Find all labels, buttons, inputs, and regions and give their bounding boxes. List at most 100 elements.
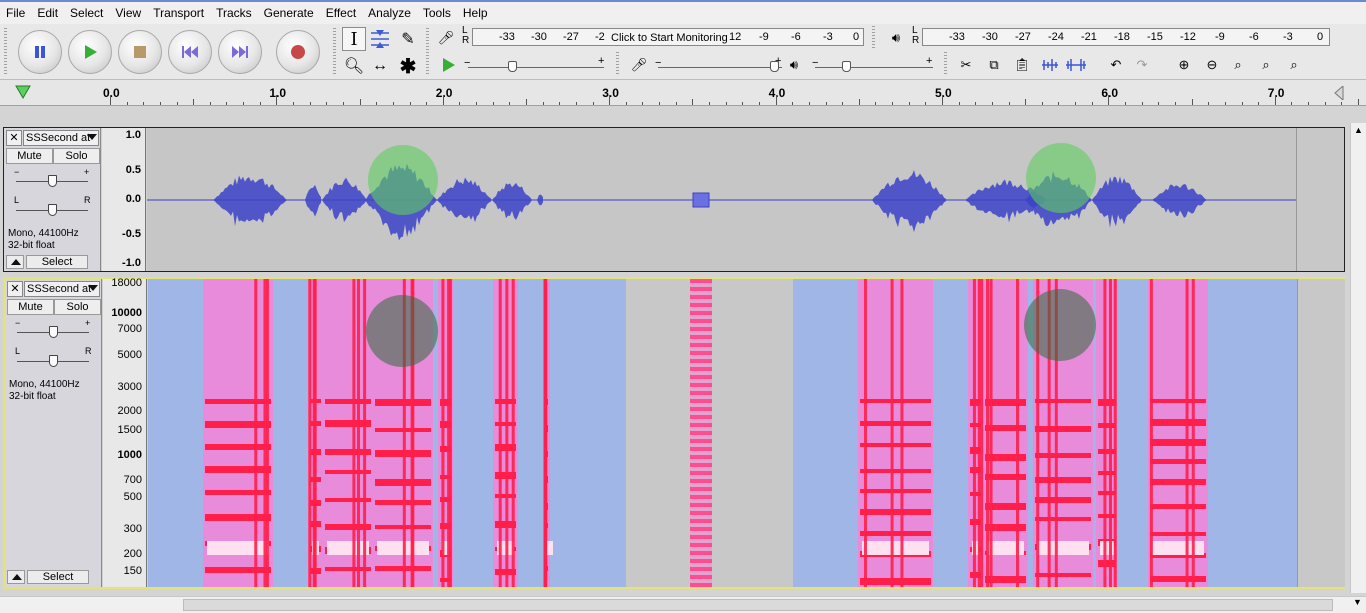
- horizontal-scrollbar[interactable]: ▼: [0, 596, 1366, 613]
- waveform-display[interactable]: [147, 128, 1296, 271]
- frequency-label: 10000: [111, 307, 142, 319]
- pan-slider-thumb[interactable]: [49, 355, 58, 367]
- mute-button[interactable]: Mute: [6, 148, 53, 164]
- toolbar-grip[interactable]: [944, 52, 947, 76]
- select-track-button[interactable]: Select: [27, 570, 89, 584]
- audio-track-spectrogram[interactable]: ✕ SSSecond at Mute Solo − + L R Mono, 44…: [3, 277, 1345, 589]
- play-meter[interactable]: -33 -30 -27 -24 -21 -18 -15 -12 -9 -6 -3…: [922, 28, 1330, 46]
- selection-tool[interactable]: I: [342, 27, 366, 51]
- play-meter-button[interactable]: 🔊︎: [884, 26, 908, 50]
- gain-slider-thumb[interactable]: [48, 175, 57, 187]
- toolbar-grip[interactable]: [333, 28, 336, 76]
- menu-generate[interactable]: Generate: [258, 2, 320, 24]
- recording-volume-thumb[interactable]: [770, 61, 779, 72]
- zoom-toggle-button[interactable]: ⌕: [1282, 53, 1306, 77]
- close-track-button[interactable]: ✕: [7, 281, 23, 297]
- spectrogram-gap: [626, 279, 690, 587]
- toolbar-grip[interactable]: [872, 26, 875, 48]
- menu-edit[interactable]: Edit: [31, 2, 64, 24]
- pause-button[interactable]: [18, 30, 62, 74]
- timeline-label: 0.0: [103, 86, 120, 100]
- track-name-menu[interactable]: SSSecond at: [24, 281, 100, 297]
- track-name-menu[interactable]: SSSecond at: [23, 130, 99, 146]
- solo-button[interactable]: Solo: [53, 148, 100, 164]
- menu-file[interactable]: File: [0, 2, 31, 24]
- playback-volume-thumb[interactable]: [842, 61, 851, 72]
- timeline-ruler[interactable]: 0.0 1.0 2.0 3.0 4.0 5.0 6.0 7.0: [0, 80, 1366, 106]
- play-meter-scale-label: -6: [1249, 31, 1259, 43]
- fit-project-button[interactable]: ⌕: [1254, 53, 1278, 77]
- spectrogram-transient: [505, 279, 509, 587]
- solo-button[interactable]: Solo: [54, 299, 101, 315]
- frequency-ruler: 18000 10000 7000 5000 3000 2000 1500 1000 700 500…: [103, 277, 147, 587]
- timeline-tick: [492, 102, 494, 105]
- timeline-tick: [958, 102, 960, 105]
- spectrogram-display[interactable]: [148, 279, 1297, 587]
- stop-button[interactable]: [118, 30, 162, 74]
- mute-button[interactable]: Mute: [7, 299, 54, 315]
- menu-analyze[interactable]: Analyze: [362, 2, 417, 24]
- collapse-track-button[interactable]: [6, 255, 24, 269]
- toolbar-grip[interactable]: [426, 28, 429, 76]
- cut-button[interactable]: ✂: [954, 53, 978, 77]
- scroll-up-icon[interactable]: ▲: [1354, 125, 1363, 135]
- vertical-scrollbar[interactable]: ▲: [1350, 123, 1366, 593]
- menu-view[interactable]: View: [109, 2, 147, 24]
- paste-button[interactable]: 📋︎: [1010, 53, 1034, 77]
- recording-volume-slider[interactable]: [658, 67, 782, 68]
- collapse-track-button[interactable]: [7, 570, 25, 584]
- skip-to-end-button[interactable]: [218, 30, 262, 74]
- play-speed-thumb[interactable]: [508, 61, 517, 72]
- waveform-segment: [322, 177, 366, 223]
- trim-button[interactable]: [1038, 53, 1062, 77]
- undo-button[interactable]: ↶: [1104, 53, 1128, 77]
- horizontal-scroll-thumb[interactable]: [183, 599, 1333, 611]
- envelope-tool[interactable]: [368, 27, 392, 51]
- select-track-button[interactable]: Select: [26, 255, 88, 269]
- draw-tool[interactable]: ✎: [396, 27, 420, 51]
- record-meter-button[interactable]: 🎤︎: [434, 26, 458, 50]
- silence-button[interactable]: [1064, 53, 1088, 77]
- record-button[interactable]: [276, 30, 320, 74]
- start-monitoring-label[interactable]: Click to Start Monitoring: [611, 32, 728, 44]
- time-shift-tool[interactable]: ↔: [368, 54, 392, 78]
- timeline-label: 7.0: [1267, 86, 1285, 100]
- scroll-down-icon[interactable]: ▼: [1353, 597, 1362, 607]
- toolbar-grip[interactable]: [616, 52, 619, 76]
- timeline-options-button[interactable]: [14, 84, 32, 103]
- zoom-toggle-icon: ⌕: [1290, 57, 1298, 72]
- skip-to-start-button[interactable]: [168, 30, 212, 74]
- toolbar-grip[interactable]: [4, 28, 7, 76]
- fit-selection-button[interactable]: ⌕: [1226, 53, 1250, 77]
- zoom-tool[interactable]: 🔍︎: [342, 54, 366, 78]
- menu-tracks[interactable]: Tracks: [210, 2, 258, 24]
- play-speed-slider[interactable]: [468, 67, 604, 68]
- playback-volume-slider[interactable]: [815, 67, 933, 68]
- copy-button[interactable]: ⧉: [982, 53, 1006, 77]
- menu-transport[interactable]: Transport: [147, 2, 210, 24]
- menu-tools[interactable]: Tools: [417, 2, 457, 24]
- timeline-tick: [991, 102, 993, 105]
- pan-slider-thumb[interactable]: [48, 204, 57, 216]
- play-at-speed-button[interactable]: [436, 53, 460, 77]
- record-meter[interactable]: -33 -30 -27 -2 Click to Start Monitoring…: [472, 28, 864, 46]
- spectrogram-fundamental: [207, 541, 269, 555]
- timeline-tick: [1091, 102, 1093, 105]
- spectrogram-harmonic: [1150, 399, 1206, 403]
- timeline-tick: [659, 102, 661, 105]
- play-button[interactable]: [68, 30, 112, 74]
- redo-button[interactable]: ↷: [1130, 53, 1154, 77]
- audio-track-waveform[interactable]: ✕ SSSecond at Mute Solo − + L R Mono, 44…: [3, 127, 1345, 272]
- menu-select[interactable]: Select: [64, 2, 109, 24]
- menu-help[interactable]: Help: [457, 2, 494, 24]
- track-name-label: SSSecond at: [27, 283, 92, 295]
- spectrogram-transient: [1108, 279, 1112, 587]
- zoom-in-button[interactable]: ⊕: [1172, 53, 1196, 77]
- pause-icon: [35, 46, 45, 58]
- multi-tool[interactable]: ✱: [396, 54, 420, 78]
- spectrogram-harmonic: [860, 489, 931, 493]
- gain-slider-thumb[interactable]: [49, 326, 58, 338]
- menu-effect[interactable]: Effect: [320, 2, 362, 24]
- close-track-button[interactable]: ✕: [6, 130, 22, 146]
- zoom-out-button[interactable]: ⊖: [1200, 53, 1224, 77]
